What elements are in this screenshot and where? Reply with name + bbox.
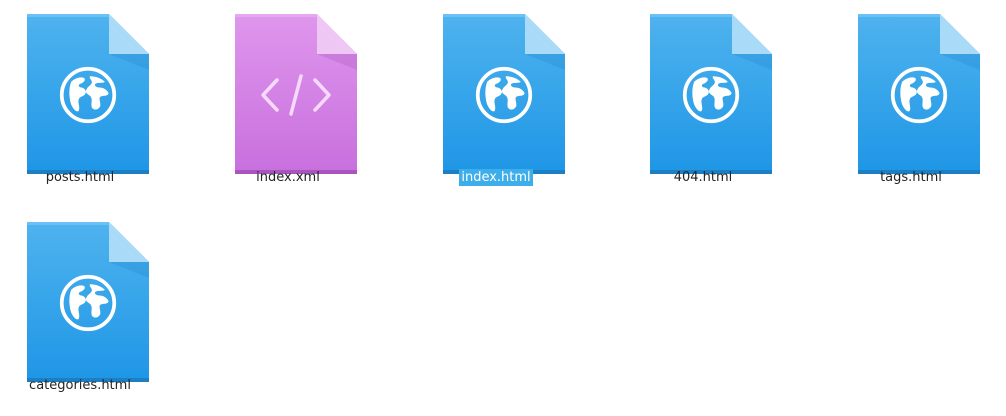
html-file-icon[interactable] xyxy=(443,14,565,174)
file-name-text: index.xml xyxy=(256,170,320,185)
file-name-text: posts.html xyxy=(45,170,115,185)
xml-file-icon[interactable] xyxy=(235,14,357,174)
file-name-label[interactable]: posts.html xyxy=(0,169,160,187)
file-name-label[interactable]: tags.html xyxy=(831,169,991,187)
file-item[interactable]: index.html xyxy=(416,0,576,200)
file-name-text: 404.html xyxy=(673,170,733,185)
file-item[interactable]: categories.html xyxy=(0,208,160,408)
file-item[interactable]: posts.html xyxy=(0,0,160,200)
html-file-icon[interactable] xyxy=(858,14,980,174)
html-file-icon[interactable] xyxy=(27,14,149,174)
html-file-icon[interactable] xyxy=(27,222,149,382)
file-name-label[interactable]: index.xml xyxy=(208,169,368,187)
file-name-label[interactable]: index.html xyxy=(416,169,576,187)
file-item[interactable]: 404.html xyxy=(623,0,783,200)
file-item[interactable]: index.xml xyxy=(208,0,368,200)
html-file-icon[interactable] xyxy=(650,14,772,174)
file-name-text: index.html xyxy=(459,169,533,186)
file-name-label[interactable]: 404.html xyxy=(623,169,783,187)
file-name-label[interactable]: categories.html xyxy=(0,377,160,395)
file-name-text: tags.html xyxy=(880,170,942,185)
file-item[interactable]: tags.html xyxy=(831,0,991,200)
file-name-text: categories.html xyxy=(29,378,131,393)
